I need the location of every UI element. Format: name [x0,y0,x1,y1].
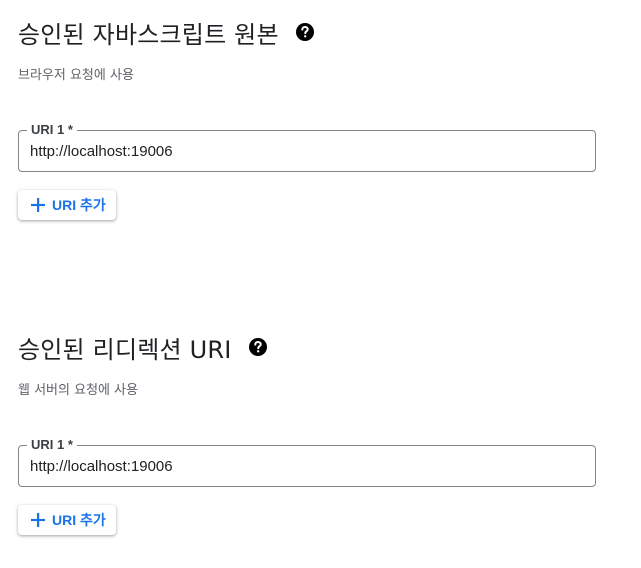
js-origin-uri-field[interactable]: URI 1 * [18,121,596,172]
js-origins-title-row: 승인된 자바스크립트 원본 [18,14,598,50]
add-redirect-uri-button[interactable]: URI 추가 [18,505,116,535]
js-origins-title: 승인된 자바스크립트 원본 [18,20,279,49]
plus-icon [30,512,46,528]
help-circle-icon[interactable] [248,337,268,357]
oauth-client-settings: 승인된 자바스크립트 원본 브라우저 요청에 사용 URI 1 * UR [0,0,641,568]
redirect-uris-section: 승인된 리디렉션 URI 웹 서버의 요청에 사용 URI 1 * UR [18,329,598,535]
redirect-uris-subtitle: 웹 서버의 요청에 사용 [18,383,139,398]
add-js-origin-uri-button[interactable]: URI 추가 [18,190,116,220]
redirect-uri-input[interactable] [30,446,580,486]
add-js-origin-uri-label: URI 추가 [52,197,106,213]
redirect-uri-field[interactable]: URI 1 * [18,436,596,487]
js-origin-uri-input[interactable] [30,131,580,171]
plus-icon [30,197,46,213]
redirect-uris-title: 승인된 리디렉션 URI [18,335,232,364]
add-redirect-uri-label: URI 추가 [52,512,106,528]
js-origins-section: 승인된 자바스크립트 원본 브라우저 요청에 사용 URI 1 * UR [18,14,598,220]
js-origins-subtitle: 브라우저 요청에 사용 [18,68,134,83]
redirect-uris-title-row: 승인된 리디렉션 URI [18,329,598,365]
help-circle-icon[interactable] [295,22,315,42]
